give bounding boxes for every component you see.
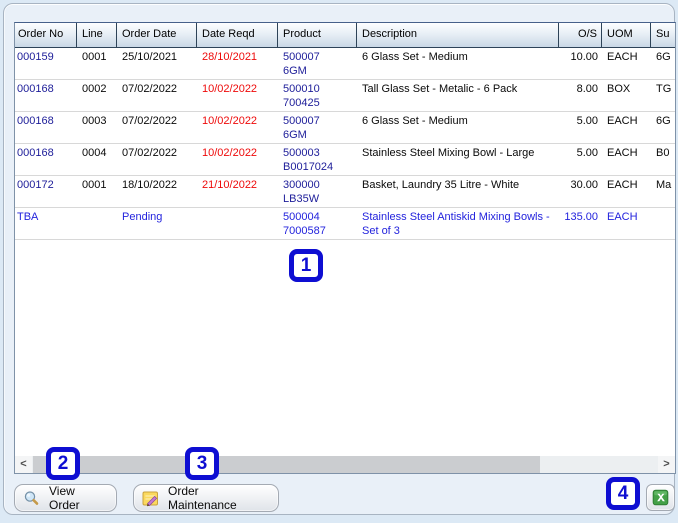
cell-product: 500010 700425 xyxy=(283,83,320,109)
callout-1: 1 xyxy=(289,249,323,282)
view-order-button[interactable]: View Order xyxy=(14,484,117,512)
cell-description: Stainless Steel Antiskid Mixing Bowls - … xyxy=(362,211,550,237)
cell-line: 0004 xyxy=(82,147,107,159)
column-header-uom[interactable]: UOM xyxy=(602,23,651,47)
cell-description: Stainless Steel Mixing Bowl - Large xyxy=(362,147,535,159)
order-row[interactable]: 000168 0002 07/02/2022 10/02/2022 500010 7004… xyxy=(15,80,675,112)
scroll-right-arrow-icon[interactable]: > xyxy=(658,456,675,473)
cell-date-reqd: 28/10/2021 xyxy=(202,51,258,63)
order-row[interactable]: 000172 0001 18/10/2022 21/10/2022 300000 LB35… xyxy=(15,176,675,208)
cell-os: 5.00 xyxy=(576,115,598,127)
cell-order-date: 07/02/2022 xyxy=(122,115,178,127)
scroll-left-arrow-icon[interactable]: < xyxy=(15,456,32,473)
orders-grid: Order No Line Order Date Date Reqd Product De… xyxy=(15,23,675,240)
order-row[interactable]: 000168 0004 07/02/2022 10/02/2022 500003 B001… xyxy=(15,144,675,176)
order-row[interactable]: 000159 0001 25/10/2021 28/10/2021 500007 6GM 6… xyxy=(15,48,675,80)
cell-uom: EACH xyxy=(607,51,638,63)
order-maintenance-button[interactable]: Order Maintenance xyxy=(133,484,279,512)
cell-line: 0001 xyxy=(82,179,107,191)
cell-order-no[interactable]: 000159 xyxy=(15,48,77,79)
column-header-line[interactable]: Line xyxy=(77,23,117,47)
cell-su xyxy=(651,208,675,239)
cell-uom: BOX xyxy=(607,83,631,95)
magnifier-icon xyxy=(24,490,39,505)
cell-su: Ma xyxy=(656,179,672,191)
cell-order-date: 07/02/2022 xyxy=(122,83,178,95)
column-header-order-no[interactable]: Order No xyxy=(15,23,77,47)
cell-order-date: 07/02/2022 xyxy=(122,147,178,159)
cell-date-reqd: 10/02/2022 xyxy=(202,83,258,95)
horizontal-scrollbar[interactable]: < > xyxy=(15,456,675,473)
cell-description: Basket, Laundry 35 Litre - White xyxy=(362,179,520,191)
cell-description: 6 Glass Set - Medium xyxy=(362,115,468,127)
orders-panel: Order No Line Order Date Date Reqd Product De… xyxy=(3,3,676,515)
cell-uom: EACH xyxy=(607,115,638,127)
cell-su: TG xyxy=(656,83,672,95)
cell-uom: EACH xyxy=(607,147,638,159)
cell-os: 8.00 xyxy=(576,83,598,95)
cell-order-date: 18/10/2022 xyxy=(122,179,178,191)
cell-line: 0001 xyxy=(82,51,107,63)
cell-order-no[interactable]: 000172 xyxy=(15,176,77,207)
cell-product: 500003 B0017024 xyxy=(283,147,334,173)
cell-os: 30.00 xyxy=(570,179,598,191)
cell-date-reqd xyxy=(197,208,278,239)
callout-4: 4 xyxy=(606,477,640,510)
cell-su: B0 xyxy=(656,147,670,159)
orders-grid-header: Order No Line Order Date Date Reqd Product De… xyxy=(15,23,675,48)
order-maintenance-label: Order Maintenance xyxy=(168,484,237,512)
cell-date-reqd: 10/02/2022 xyxy=(202,115,258,127)
column-header-os[interactable]: O/S xyxy=(559,23,602,47)
cell-order-no[interactable]: 000168 xyxy=(15,144,77,175)
cell-product: 300000 LB35W xyxy=(283,179,320,205)
export-to-excel-button[interactable] xyxy=(646,484,675,511)
cell-line xyxy=(77,208,117,239)
callout-2: 2 xyxy=(46,447,80,480)
column-header-su[interactable]: Su xyxy=(651,23,675,47)
cell-uom: EACH xyxy=(607,179,638,191)
cell-line: 0003 xyxy=(82,115,107,127)
cell-uom: EACH xyxy=(607,211,638,223)
cell-order-no[interactable]: 000168 xyxy=(15,80,77,111)
cell-su: 6G xyxy=(656,51,671,63)
cell-product: 500007 6GM xyxy=(283,115,320,141)
cell-description: Tall Glass Set - Metalic - 6 Pack xyxy=(362,83,518,95)
column-header-description[interactable]: Description xyxy=(357,23,559,47)
column-header-product[interactable]: Product xyxy=(278,23,357,47)
cell-line: 0002 xyxy=(82,83,107,95)
cell-order-no[interactable]: TBA xyxy=(15,208,77,239)
cell-order-date: 25/10/2021 xyxy=(122,51,178,63)
excel-export-icon xyxy=(652,489,669,506)
cell-order-no[interactable]: 000168 xyxy=(15,112,77,143)
column-header-date-reqd[interactable]: Date Reqd xyxy=(197,23,278,47)
cell-description: 6 Glass Set - Medium xyxy=(362,51,468,63)
scrollbar-thumb[interactable] xyxy=(33,456,540,473)
callout-3: 3 xyxy=(185,447,219,480)
note-edit-icon xyxy=(142,491,158,506)
order-row[interactable]: 000168 0003 07/02/2022 10/02/2022 500007 6GM 6… xyxy=(15,112,675,144)
cell-os: 135.00 xyxy=(564,211,598,223)
cell-product: 500007 6GM xyxy=(283,51,320,77)
cell-os: 10.00 xyxy=(570,51,598,63)
cell-product: 500004 7000587 xyxy=(283,211,326,237)
order-row[interactable]: TBA Pending 500004 7000587 Stainless Steel A… xyxy=(15,208,675,240)
cell-su: 6G xyxy=(656,115,671,127)
cell-date-reqd: 21/10/2022 xyxy=(202,179,258,191)
column-header-order-date[interactable]: Order Date xyxy=(117,23,197,47)
view-order-label: View Order xyxy=(49,484,80,512)
cell-date-reqd: 10/02/2022 xyxy=(202,147,258,159)
cell-os: 5.00 xyxy=(576,147,598,159)
orders-grid-body: 000159 0001 25/10/2021 28/10/2021 500007 6GM 6… xyxy=(15,48,675,240)
orders-table-frame: Order No Line Order Date Date Reqd Product De… xyxy=(14,22,676,474)
cell-order-date: Pending xyxy=(122,211,163,223)
